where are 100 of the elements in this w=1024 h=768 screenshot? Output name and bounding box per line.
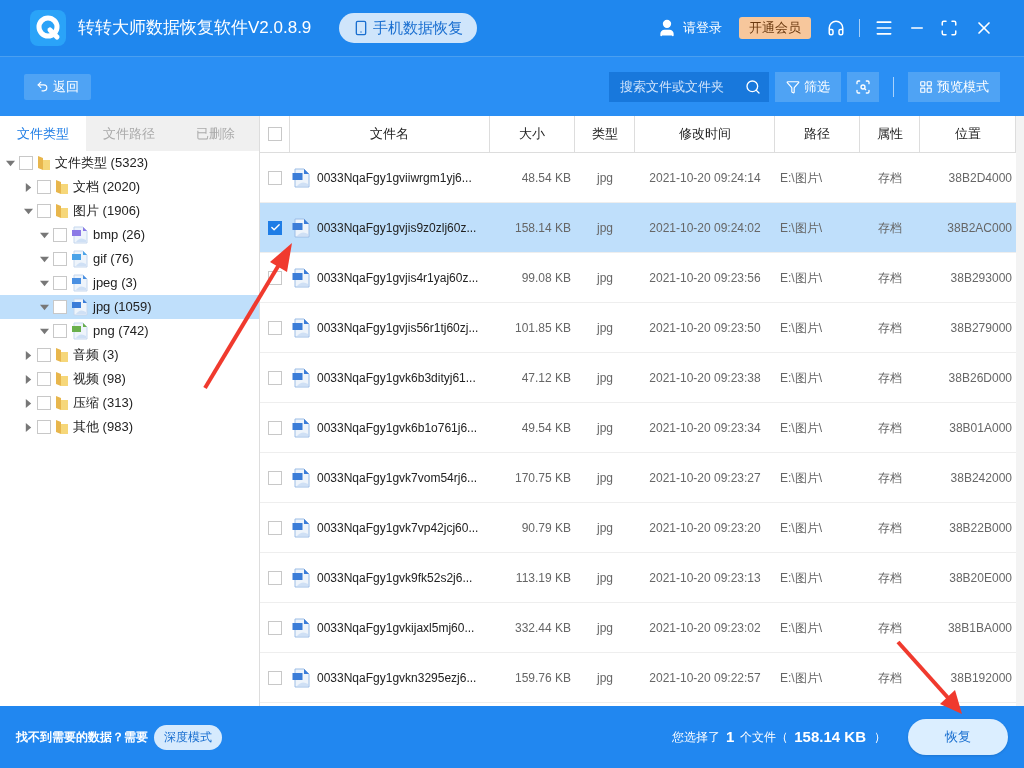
table-cell-text: jpg	[597, 469, 613, 487]
column-header[interactable]: 修改时间	[635, 116, 775, 152]
checkbox[interactable]	[53, 324, 67, 338]
table-cell-text: 49.54 KB	[521, 419, 571, 437]
checkbox[interactable]	[53, 276, 67, 290]
table-cell-text: 0033NqaFgy1gvk7vom54rj6...	[317, 469, 478, 487]
search-icon[interactable]	[745, 78, 761, 95]
image-file-icon	[292, 418, 310, 438]
image-file-icon	[292, 168, 310, 188]
tree-label: 压缩 (313)	[73, 394, 133, 413]
tree-item[interactable]: png (742)	[0, 319, 259, 343]
table-cell-text: E:\图片\	[780, 519, 822, 537]
summary-text: 个文件（	[740, 729, 789, 746]
column-header[interactable]: 路径	[775, 116, 860, 152]
table-cell-text: 0033NqaFgy1gvjis9z0zlj60z...	[317, 219, 477, 237]
scrollbar[interactable]	[1016, 116, 1024, 706]
caret-down-icon[interactable]	[40, 230, 49, 240]
checkbox[interactable]	[53, 252, 67, 266]
caret-right-icon[interactable]	[24, 398, 33, 408]
checkbox[interactable]	[53, 300, 67, 314]
maximize-icon[interactable]	[940, 19, 958, 37]
table-cell-text: 2021-10-20 09:23:13	[649, 569, 761, 587]
checkbox[interactable]	[268, 220, 282, 235]
scan-search-icon	[855, 78, 871, 95]
checkbox[interactable]	[53, 228, 67, 242]
checkbox[interactable]	[268, 670, 282, 685]
tree-label: 图片 (1906)	[73, 202, 141, 221]
recover-button[interactable]: 恢复	[908, 719, 1008, 755]
tree-label: 音频 (3)	[73, 346, 119, 365]
mode-button[interactable]: 手机数据恢复	[339, 13, 478, 43]
table-cell-text: jpg	[597, 519, 613, 537]
checkbox[interactable]	[268, 320, 282, 335]
tree-item[interactable]: jpeg (3)	[0, 271, 259, 295]
deep-mode-button[interactable]: 深度模式	[154, 724, 222, 750]
checkbox[interactable]	[37, 396, 51, 410]
tree-label: jpg (1059)	[93, 298, 152, 317]
table-cell-text: 2021-10-20 09:23:27	[649, 469, 761, 487]
caret-right-icon[interactable]	[24, 422, 33, 432]
search-field[interactable]: 搜索文件或文件夹	[609, 71, 769, 102]
column-header[interactable]: 类型	[575, 116, 635, 152]
table-cell-text: 0033NqaFgy1gvk6b3dityj61...	[317, 369, 476, 387]
login-link[interactable]: 请登录	[683, 18, 722, 38]
scan-button[interactable]	[847, 71, 879, 102]
support-icon[interactable]	[827, 19, 845, 37]
caret-down-icon[interactable]	[40, 326, 49, 336]
table-cell-text: 158.14 KB	[514, 219, 571, 237]
tree-item[interactable]: 视频 (98)	[0, 367, 259, 391]
tree-item[interactable]: 文档 (2020)	[0, 175, 259, 199]
checkbox[interactable]	[268, 620, 282, 635]
caret-down-icon[interactable]	[6, 158, 15, 168]
checkbox[interactable]	[268, 570, 282, 585]
checkbox[interactable]	[267, 127, 282, 141]
table-cell-text: jpg	[597, 269, 613, 287]
checkbox[interactable]	[37, 180, 51, 194]
table-cell-text: 332.44 KB	[514, 619, 571, 637]
image-file-icon	[292, 668, 310, 688]
user-icon[interactable]	[657, 18, 677, 38]
tree-item[interactable]: bmp (26)	[0, 223, 259, 247]
checkbox[interactable]	[37, 372, 51, 386]
checkbox[interactable]	[268, 520, 282, 535]
folder-icon	[55, 203, 69, 219]
table-cell-text: 90.79 KB	[521, 519, 571, 537]
caret-right-icon[interactable]	[24, 182, 33, 192]
checkbox[interactable]	[37, 348, 51, 362]
column-header[interactable]: 文件名	[290, 116, 490, 152]
table-cell-text: jpg	[597, 219, 613, 237]
app-title: 转转大师数据恢复软件V2.0.8.9	[78, 17, 312, 40]
caret-right-icon[interactable]	[24, 374, 33, 384]
column-header[interactable]: 大小	[490, 116, 575, 152]
tree-item[interactable]: jpg (1059)	[0, 295, 259, 319]
column-header[interactable]: 属性	[860, 116, 920, 152]
image-file-icon	[292, 468, 310, 488]
caret-down-icon[interactable]	[40, 278, 49, 288]
tree-item[interactable]: 音频 (3)	[0, 343, 259, 367]
tree-label: 文件类型 (5323)	[55, 154, 149, 173]
checkbox[interactable]	[37, 420, 51, 434]
checkbox[interactable]	[268, 470, 282, 485]
tree-item[interactable]: 文件类型 (5323)	[0, 151, 259, 175]
table-cell-text: 存档	[878, 619, 902, 637]
checkbox[interactable]	[19, 156, 33, 170]
tree-item[interactable]: 图片 (1906)	[0, 199, 259, 223]
vip-button[interactable]: 开通会员	[739, 17, 811, 39]
caret-down-icon[interactable]	[40, 302, 49, 312]
table-cell-text: 存档	[878, 169, 902, 187]
table-cell-text: E:\图片\	[780, 619, 822, 637]
table-cell-text: 38B1BA000	[947, 619, 1012, 637]
tree-item[interactable]: 其他 (983)	[0, 415, 259, 439]
caret-down-icon[interactable]	[40, 254, 49, 264]
checkbox[interactable]	[37, 204, 51, 218]
tree-item[interactable]: 压缩 (313)	[0, 391, 259, 415]
caret-down-icon[interactable]	[24, 206, 33, 216]
checkbox[interactable]	[268, 170, 282, 185]
checkbox[interactable]	[268, 420, 282, 435]
tree-item[interactable]: gif (76)	[0, 247, 259, 271]
caret-right-icon[interactable]	[24, 350, 33, 360]
table-cell-text: 存档	[878, 319, 902, 337]
table-cell-text: jpg	[597, 369, 613, 387]
checkbox[interactable]	[268, 370, 282, 385]
table-row[interactable]: 0033NqaFgy1gvjis9z0zlj60z... 158.14 KB jpg 2021-10-20 09:24:02 E:\图片\ 存档 38B2AC000	[260, 203, 1016, 253]
menu-icon[interactable]	[874, 18, 894, 38]
